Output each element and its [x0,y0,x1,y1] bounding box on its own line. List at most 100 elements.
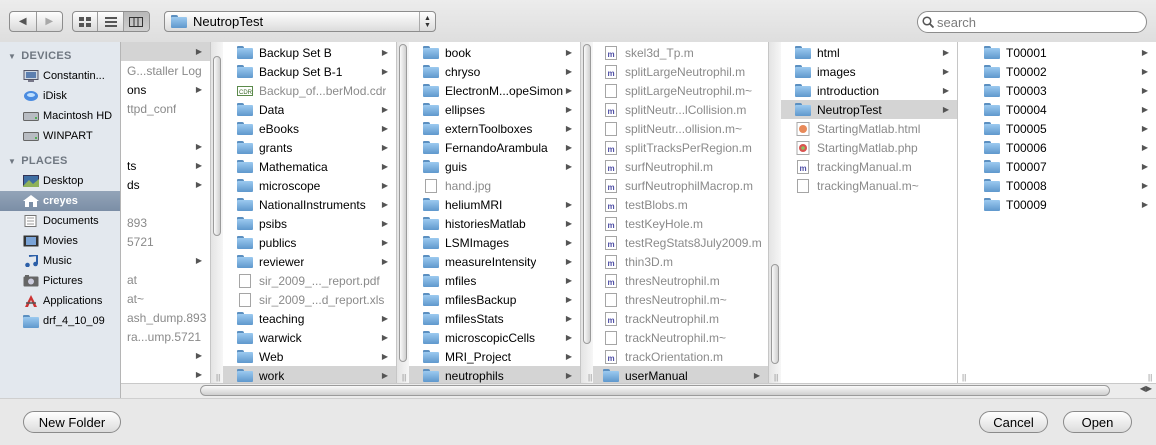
folder-row[interactable]: T00007 ▶ [970,157,1156,176]
file-row[interactable]: m testRegStats8July2009.m [593,233,768,252]
column-resize-handle[interactable]: || [774,371,778,383]
folder-row[interactable]: html ▶ [781,43,957,62]
column-2[interactable]: book ▶ chryso ▶ ElectronM...opeSimon ▶ ellipse… [409,42,581,383]
folder-row[interactable]: FernandoArambula ▶ [409,138,580,157]
scroll-thumb[interactable] [399,44,407,362]
cancel-button[interactable]: Cancel [979,411,1048,433]
sidebar-item-drf-4-10-09[interactable]: drf_4_10_09 [0,311,120,331]
file-row[interactable]: m testKeyHole.m [593,214,768,233]
scroll-thumb[interactable] [213,56,221,236]
folder-row[interactable]: mfilesBackup ▶ [409,290,580,309]
folder-row[interactable]: LSMImages ▶ [409,233,580,252]
folder-row[interactable]: Backup Set B ▶ [223,43,396,62]
folder-row[interactable]: T00009 ▶ [970,195,1156,214]
column-3[interactable]: m skel3d_Tp.m m splitLargeNeutrophil.m split… [593,42,769,383]
file-row[interactable]: CDR Backup_of...berMod.cdr [223,81,396,100]
file-row[interactable]: trackNeutrophil.m~ [593,328,768,347]
column-0-scrollbar[interactable] [211,42,223,383]
column-0[interactable]: ▶ G...staller Log ons ▶ ttpd_conf ▶ ts ▶ ds ▶ 893 5… [121,42,211,383]
sidebar-item-pictures[interactable]: Pictures [0,271,120,291]
folder-row[interactable]: T00003 ▶ [970,81,1156,100]
column-5[interactable]: T00001 ▶ T00002 ▶ T00003 ▶ T00004 ▶ T00005 ▶ T0000… [970,42,1156,383]
file-row[interactable]: m testBlobs.m [593,195,768,214]
file-row[interactable]: G...staller Log [121,61,210,80]
column-1-scrollbar[interactable] [397,42,409,383]
folder-row[interactable]: mfiles ▶ [409,271,580,290]
file-row[interactable]: m splitTracksPerRegion.m [593,138,768,157]
open-button[interactable]: Open [1063,411,1132,433]
file-row[interactable]: 893 [121,213,210,232]
file-row[interactable]: 5721 [121,232,210,251]
sidebar-item-movies[interactable]: Movies [0,231,120,251]
folder-row[interactable]: microscopicCells ▶ [409,328,580,347]
horizontal-scroll-thumb[interactable] [200,385,1110,396]
file-row[interactable]: ra...ump.5721 [121,327,210,346]
folder-row[interactable]: publics ▶ [223,233,396,252]
column-resize-handle[interactable]: || [588,371,592,383]
column-2-scrollbar[interactable] [581,42,593,383]
places-header[interactable]: ▼ PLACES [0,151,120,171]
scroll-thumb[interactable] [583,44,591,344]
folder-row[interactable]: Backup Set B-1 ▶ [223,62,396,81]
sidebar-item-constantin[interactable]: Constantin... [0,66,120,86]
file-row[interactable]: m splitNeutr...lCollision.m [593,100,768,119]
folder-row[interactable]: ellipses ▶ [409,100,580,119]
new-folder-button[interactable]: New Folder [23,411,121,433]
folder-row[interactable]: grants ▶ [223,138,396,157]
folder-row[interactable]: T00005 ▶ [970,119,1156,138]
sidebar-item-applications[interactable]: Applications [0,291,120,311]
file-row[interactable]: ts ▶ [121,156,210,175]
folder-row[interactable]: book ▶ [409,43,580,62]
file-row[interactable]: m trackOrientation.m [593,347,768,366]
folder-row[interactable]: neutrophils ▶ [409,366,580,383]
column-resize-handle[interactable]: || [216,371,220,383]
file-row[interactable]: ▶ [121,42,210,61]
file-row[interactable]: m thin3D.m [593,252,768,271]
folder-row[interactable]: Web ▶ [223,347,396,366]
folder-row[interactable]: work ▶ [223,366,396,383]
file-row[interactable] [121,118,210,137]
folder-row[interactable]: NeutropTest ▶ [781,100,957,119]
file-row[interactable]: StartingMatlab.html [781,119,957,138]
file-row[interactable]: ▶ [121,365,210,383]
folder-row[interactable]: Mathematica ▶ [223,157,396,176]
file-row[interactable]: m surfNeutrophil.m [593,157,768,176]
file-row[interactable]: m trackNeutrophil.m [593,309,768,328]
folder-row[interactable]: microscope ▶ [223,176,396,195]
file-row[interactable]: ds ▶ [121,175,210,194]
column-4[interactable]: html ▶ images ▶ introduction ▶ NeutropTest ▶ Sta… [781,42,958,383]
file-row[interactable]: ▶ [121,137,210,156]
folder-row[interactable]: warwick ▶ [223,328,396,347]
sidebar-item-idisk[interactable]: iDisk [0,86,120,106]
file-row[interactable]: ▶ [121,346,210,365]
back-arrow-icon[interactable]: ◀ [10,12,37,31]
file-row[interactable]: at~ [121,289,210,308]
column-view-icon[interactable] [123,12,149,31]
sidebar-item-macintosh-hd[interactable]: Macintosh HD [0,106,120,126]
file-row[interactable]: StartingMatlab.php [781,138,957,157]
column-1[interactable]: Backup Set B ▶ Backup Set B-1 ▶ CDR Backup_of… [223,42,397,383]
file-row[interactable]: ttpd_conf [121,99,210,118]
folder-row[interactable]: heliumMRI ▶ [409,195,580,214]
folder-row[interactable]: chryso ▶ [409,62,580,81]
column-resize-handle[interactable]: || [402,371,406,383]
forward-arrow-icon[interactable]: ▶ [37,12,63,31]
file-row[interactable]: ▶ [121,251,210,270]
file-row[interactable]: splitNeutr...ollision.m~ [593,119,768,138]
folder-row[interactable]: guis ▶ [409,157,580,176]
file-row[interactable]: sir_2009_..._report.pdf [223,271,396,290]
column-resize-handle[interactable]: || [1148,371,1152,383]
folder-row[interactable]: eBooks ▶ [223,119,396,138]
folder-row[interactable]: T00006 ▶ [970,138,1156,157]
file-row[interactable]: m surfNeutrophilMacrop.m [593,176,768,195]
file-row[interactable]: m thresNeutrophil.m [593,271,768,290]
disclosure-triangle-icon[interactable]: ▼ [8,157,16,166]
folder-row[interactable]: T00004 ▶ [970,100,1156,119]
folder-row[interactable]: images ▶ [781,62,957,81]
folder-row[interactable]: ElectronM...opeSimon ▶ [409,81,580,100]
file-row[interactable]: at [121,270,210,289]
file-row[interactable]: hand.jpg [409,176,580,195]
column-3-scrollbar[interactable] [769,42,781,383]
folder-row[interactable]: mfilesStats ▶ [409,309,580,328]
folder-row[interactable]: MRI_Project ▶ [409,347,580,366]
